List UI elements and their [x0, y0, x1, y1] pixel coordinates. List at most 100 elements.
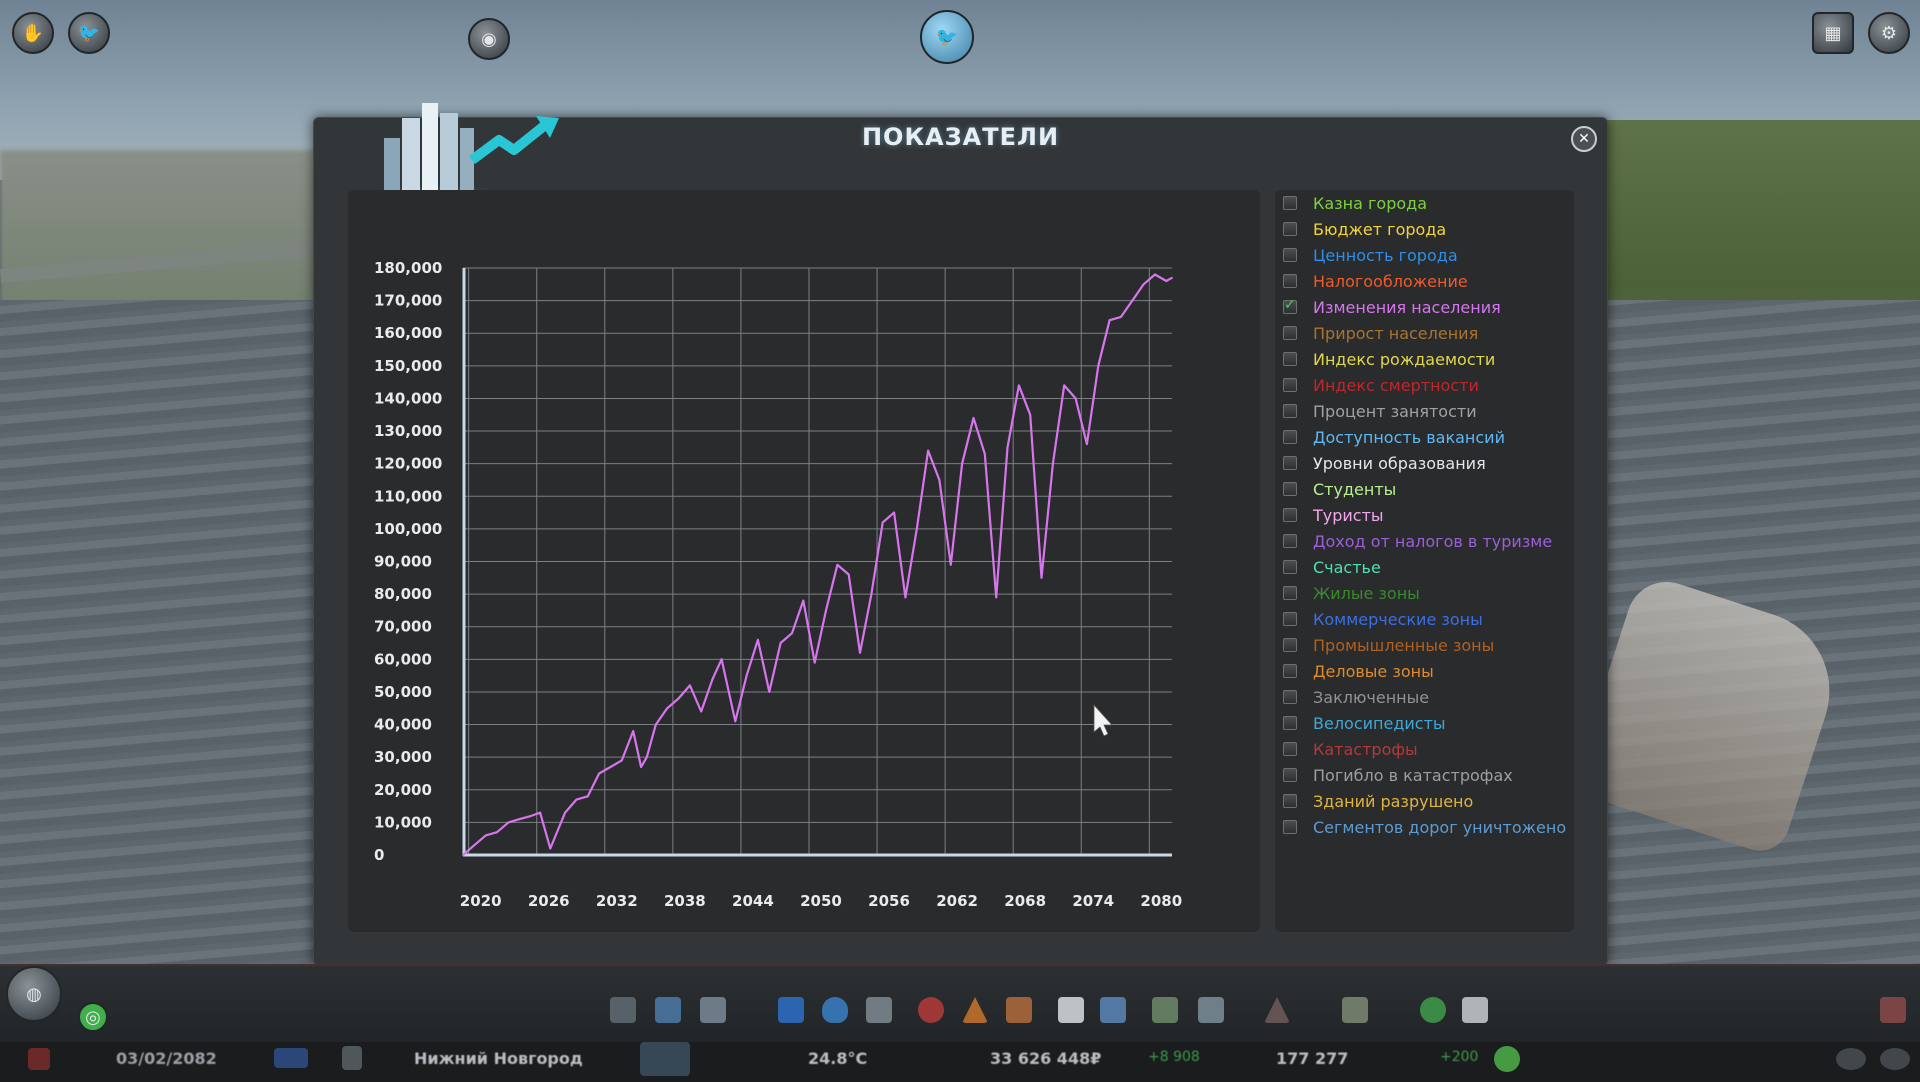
legend-checkbox[interactable] [1283, 378, 1297, 392]
legend-item[interactable]: Зданий разрушено [1275, 788, 1473, 814]
roads-icon[interactable] [610, 997, 636, 1023]
legend-checkbox[interactable] [1283, 638, 1297, 652]
speed-icon[interactable] [274, 1048, 308, 1068]
legend-label: Прирост населения [1313, 323, 1479, 343]
legend-checkbox[interactable] [1283, 196, 1297, 210]
legend-item[interactable]: Доход от налогов в туризме [1275, 528, 1552, 554]
legend-checkbox[interactable] [1283, 222, 1297, 236]
fire-icon[interactable] [962, 997, 988, 1023]
unlock-icon[interactable]: ✋ [12, 12, 54, 54]
legend-item[interactable]: Велосипедисты [1275, 710, 1446, 736]
legend-checkbox[interactable] [1283, 404, 1297, 418]
legend-label: Коммерческие зоны [1313, 609, 1483, 629]
police-icon[interactable] [1006, 997, 1032, 1023]
legend-item[interactable]: Туристы [1275, 502, 1384, 528]
y-tick-label: 80,000 [374, 585, 432, 603]
legend-item[interactable]: Ценность города [1275, 242, 1458, 268]
districts-icon[interactable] [700, 997, 726, 1023]
legend-checkbox[interactable] [1283, 794, 1297, 808]
legend-item[interactable]: Доступность вакансий [1275, 424, 1505, 450]
pause-icon[interactable] [28, 1048, 50, 1070]
milestone-icon[interactable] [640, 1042, 690, 1076]
data-point [711, 678, 714, 680]
legend-checkbox[interactable] [1283, 586, 1297, 600]
legend-item[interactable]: Прирост населения [1275, 320, 1478, 346]
policies-icon[interactable] [1462, 997, 1488, 1023]
legend-label: Доступность вакансий [1313, 427, 1505, 447]
legend-item[interactable]: Уровни образования [1275, 450, 1486, 476]
legend-item[interactable]: Погибло в катастрофах [1275, 762, 1513, 788]
legend-item[interactable]: Индекс рождаемости [1275, 346, 1495, 372]
data-point [1006, 446, 1009, 449]
legend-checkbox[interactable] [1283, 430, 1297, 444]
y-tick-label: 110,000 [374, 487, 442, 505]
legend-item[interactable]: Налогообложение [1275, 268, 1468, 294]
legend-item[interactable]: Катастрофы [1275, 736, 1418, 762]
camera-icon[interactable] [1836, 1048, 1866, 1070]
legend-item[interactable]: Бюджет города [1275, 216, 1446, 242]
legend-checkbox[interactable] [1283, 456, 1297, 470]
legend-checkbox[interactable] [1283, 664, 1297, 678]
data-point [881, 521, 884, 524]
legend-item[interactable]: Счастье [1275, 554, 1381, 580]
legend-item[interactable]: Индекс смертности [1275, 372, 1479, 398]
gear-icon[interactable]: ⚙ [1868, 12, 1910, 54]
legend-item[interactable]: Заключенные [1275, 684, 1429, 710]
happiness-icon[interactable] [1494, 1046, 1520, 1072]
legend-item[interactable]: Жилые зоны [1275, 580, 1420, 606]
screenshot-icon[interactable] [1880, 1048, 1910, 1070]
legend-checkbox[interactable] [1283, 768, 1297, 782]
electricity-icon[interactable] [778, 997, 804, 1023]
radio-icon[interactable]: ◉ [468, 18, 510, 60]
legend-checkbox[interactable] [1283, 508, 1297, 522]
legend-item[interactable]: Казна города [1275, 190, 1427, 216]
legend-label: Промышленные зоны [1313, 635, 1495, 655]
legend-label: Студенты [1313, 479, 1397, 499]
legend-checkbox[interactable] [1283, 274, 1297, 288]
info-view-icon[interactable]: ▦ [1812, 12, 1854, 54]
education-icon[interactable] [1058, 997, 1084, 1023]
healthcare-icon[interactable] [918, 997, 944, 1023]
legend-checkbox[interactable] [1283, 482, 1297, 496]
legend-checkbox[interactable] [1283, 716, 1297, 730]
legend-item[interactable]: Студенты [1275, 476, 1396, 502]
legend-item[interactable]: Коммерческие зоны [1275, 606, 1483, 632]
legend-checkbox[interactable] [1283, 560, 1297, 574]
garbage-icon[interactable] [866, 997, 892, 1023]
legend-checkbox[interactable] [1283, 297, 1297, 314]
bulldozer-icon[interactable] [1880, 997, 1906, 1023]
chirper-icon[interactable]: 🐦 [920, 10, 974, 64]
landscaping-icon[interactable] [1342, 997, 1368, 1023]
water-icon[interactable] [822, 997, 848, 1023]
globe-icon[interactable]: ◍ [6, 966, 62, 1022]
legend-label: Индекс смертности [1313, 375, 1479, 395]
legend-checkbox[interactable] [1283, 534, 1297, 548]
legend-checkbox[interactable] [1283, 352, 1297, 366]
zoom-icon[interactable]: ◎ [78, 1002, 108, 1032]
legend-checkbox[interactable] [1283, 612, 1297, 626]
legend-item[interactable]: Изменения населения [1275, 294, 1501, 320]
data-point [972, 417, 975, 419]
legend-checkbox[interactable] [1283, 742, 1297, 756]
transport-icon[interactable] [1100, 997, 1126, 1023]
zoning-icon[interactable] [655, 997, 681, 1023]
unique-buildings-icon[interactable] [1198, 997, 1224, 1023]
y-tick-label: 150,000 [374, 357, 442, 375]
game-date: 03/02/2082 [116, 1049, 217, 1068]
close-icon[interactable]: ✕ [1571, 126, 1597, 152]
parks-icon[interactable] [1152, 997, 1178, 1023]
legend-item[interactable]: Процент занятости [1275, 398, 1477, 424]
legend-item[interactable]: Сегментов дорог уничтожено [1275, 814, 1566, 840]
disasters-icon[interactable] [1264, 997, 1290, 1023]
legend-checkbox[interactable] [1283, 248, 1297, 262]
data-point [484, 834, 487, 837]
bird-icon[interactable]: 🐦 [68, 12, 110, 54]
legend-checkbox[interactable] [1283, 820, 1297, 834]
legend-checkbox[interactable] [1283, 690, 1297, 704]
city-name[interactable]: Нижний Новгород [414, 1049, 583, 1068]
legend-item[interactable]: Промышленные зоны [1275, 632, 1494, 658]
data-point [496, 831, 498, 834]
legend-checkbox[interactable] [1283, 326, 1297, 340]
legend-item[interactable]: Деловые зоны [1275, 658, 1434, 684]
money-icon[interactable] [1420, 997, 1446, 1023]
